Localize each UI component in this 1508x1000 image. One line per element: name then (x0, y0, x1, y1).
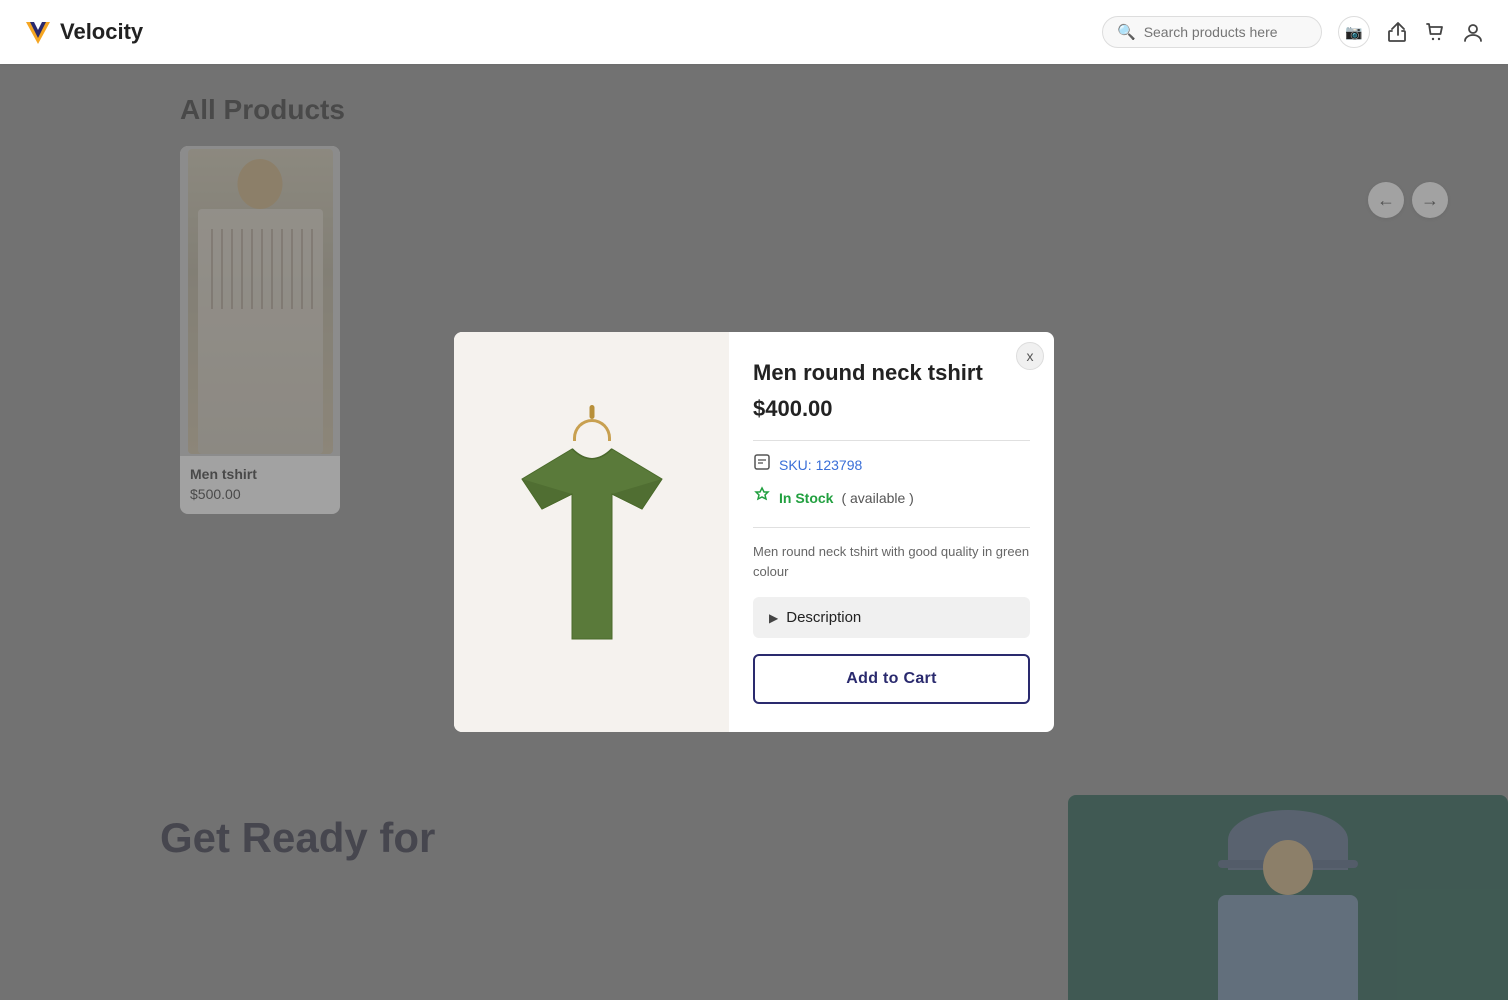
in-stock-text: In Stock (779, 490, 833, 506)
description-accordion[interactable]: ▶ Description (753, 597, 1030, 638)
search-input[interactable] (1144, 24, 1294, 40)
camera-icon: 📷 (1345, 24, 1362, 41)
available-text: ( available ) (841, 490, 913, 506)
modal-stock-row: In Stock ( available ) (753, 486, 1030, 509)
share-icon[interactable] (1386, 21, 1408, 43)
modal-content-panel: Men round neck tshirt $400.00 SKU: 12379… (729, 332, 1054, 732)
logo-text: Velocity (60, 19, 143, 45)
logo-icon (24, 18, 52, 46)
user-icon[interactable] (1462, 21, 1484, 43)
modal-image-panel (454, 332, 729, 732)
header-right: 🔍 📷 (1102, 16, 1484, 48)
modal-overlay[interactable]: x (0, 64, 1508, 1000)
modal-sku-row: SKU: 123798 (753, 453, 1030, 476)
tshirt-svg (492, 439, 692, 659)
header: Velocity 🔍 📷 (0, 0, 1508, 64)
tshirt-display (472, 342, 712, 722)
modal-product-title: Men round neck tshirt (753, 360, 1030, 386)
camera-icon-wrap[interactable]: 📷 (1338, 16, 1370, 48)
sku-icon (753, 453, 771, 476)
accordion-arrow-icon: ▶ (769, 611, 778, 625)
sku-text: SKU: 123798 (779, 457, 862, 473)
modal-divider-1 (753, 440, 1030, 441)
hanger (572, 405, 612, 441)
modal-product-price: $400.00 (753, 396, 1030, 422)
search-bar[interactable]: 🔍 (1102, 16, 1322, 48)
modal-divider-2 (753, 527, 1030, 528)
search-icon: 🔍 (1117, 23, 1136, 41)
stock-icon (753, 486, 771, 509)
page-background: All Products Men tshirt $500.00 ← → (0, 64, 1508, 1000)
modal-description-text: Men round neck tshirt with good quality … (753, 542, 1030, 581)
logo[interactable]: Velocity (24, 18, 143, 46)
cart-icon[interactable] (1424, 21, 1446, 43)
product-modal: x (454, 332, 1054, 732)
modal-close-button[interactable]: x (1016, 342, 1044, 370)
add-to-cart-button[interactable]: Add to Cart (753, 654, 1030, 704)
description-accordion-label: Description (786, 609, 861, 626)
